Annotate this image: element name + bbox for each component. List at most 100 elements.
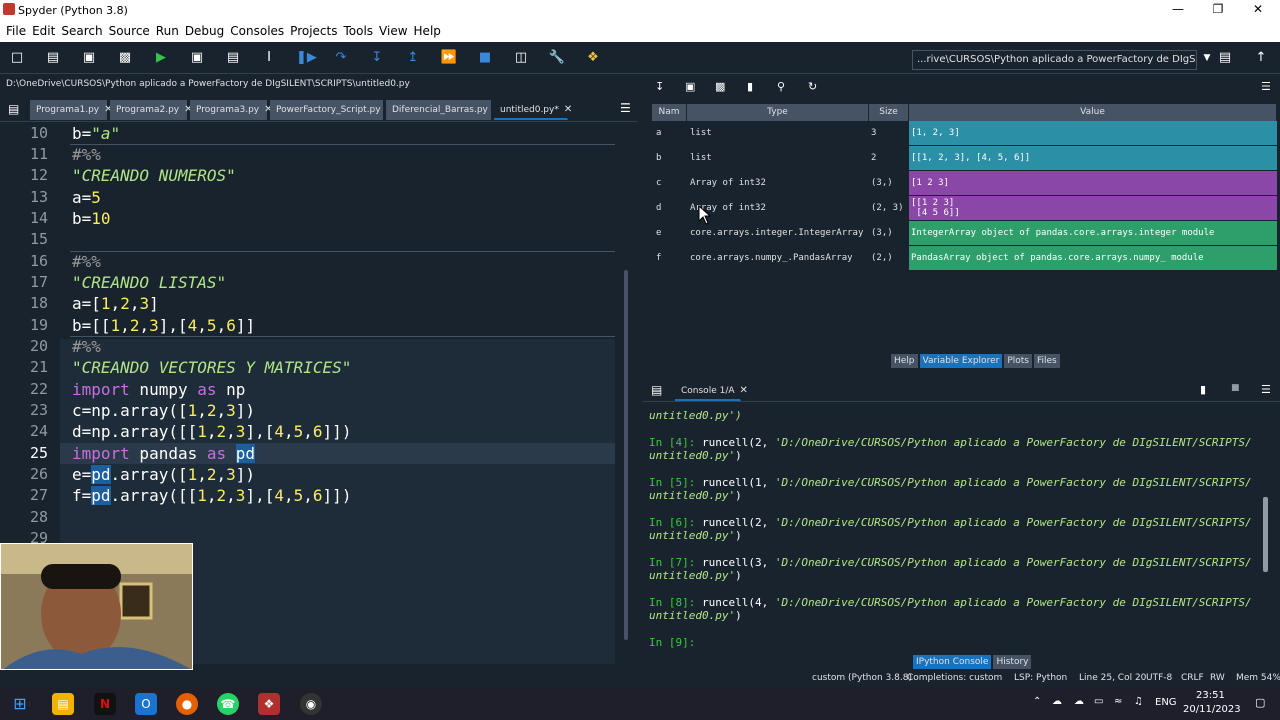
menu-source[interactable]: Source (109, 24, 150, 38)
recorder-icon[interactable]: ◉ (300, 693, 322, 715)
save-data-icon[interactable]: ▣ (685, 80, 695, 93)
editor-options-icon[interactable]: ☰ (620, 101, 631, 115)
step-into-icon[interactable]: ↧ (368, 49, 386, 67)
new-file-icon[interactable]: □ (8, 49, 26, 67)
column-header-name[interactable]: Nam (652, 104, 687, 121)
run-cell-icon[interactable]: ▣ (188, 49, 206, 67)
minimize-button[interactable]: — (1158, 0, 1198, 20)
column-header-value[interactable]: Value (909, 104, 1277, 121)
run-icon[interactable]: ▶ (152, 49, 170, 67)
parent-directory-icon[interactable]: ↑ (1252, 49, 1270, 67)
browse-folder-icon[interactable]: ▤ (1216, 49, 1234, 67)
maximize-pane-icon[interactable]: ◫ (512, 49, 530, 67)
menu-projects[interactable]: Projects (290, 24, 337, 38)
menu-run[interactable]: Run (156, 24, 179, 38)
tab-ipython-console[interactable]: IPython Console (913, 655, 992, 669)
menu-tools[interactable]: Tools (343, 24, 373, 38)
maximize-button[interactable]: ❐ (1198, 0, 1238, 20)
tab-programa1[interactable]: Programa1.py ✕ (30, 100, 113, 120)
close-button[interactable]: ✕ (1238, 0, 1278, 20)
run-selection-icon[interactable]: I (260, 49, 278, 67)
cloud-icon[interactable]: ☁ (1052, 696, 1062, 707)
tab-help[interactable]: Help (891, 354, 918, 368)
tab-untitled0[interactable]: untitled0.py* ✕ (494, 100, 572, 120)
console-scrollbar[interactable] (1263, 497, 1268, 572)
close-tab-icon[interactable]: ✕ (564, 104, 572, 115)
refresh-icon[interactable]: ↻ (808, 80, 817, 93)
step-return-icon[interactable]: ↥ (404, 49, 422, 67)
outlook-icon[interactable]: O (135, 693, 157, 715)
table-row[interactable]: e core.arrays.integer.IntegerArray (3,) … (652, 221, 1277, 245)
clear-console-icon[interactable]: ▮ (1200, 383, 1206, 396)
table-row[interactable]: c Array of int32 (3,) [1 2 3] (652, 171, 1277, 195)
tab-console-1a[interactable]: Console 1/A ✕ (675, 381, 748, 401)
browse-tabs-icon[interactable]: ▤ (8, 102, 19, 116)
close-tab-icon[interactable]: ✕ (740, 385, 748, 396)
variable-value-cell[interactable]: [[1, 2, 3], [4, 5, 6]] (909, 146, 1277, 170)
save-icon[interactable]: ▣ (80, 49, 98, 67)
netflix-icon[interactable]: N (94, 693, 116, 715)
open-file-icon[interactable]: ▤ (44, 49, 62, 67)
firefox-icon[interactable]: ● (176, 693, 198, 715)
tab-history[interactable]: History (993, 655, 1032, 669)
chevron-down-icon[interactable]: ▼ (1198, 49, 1216, 67)
clock-time[interactable]: 23:51 (1196, 690, 1225, 701)
debug-icon[interactable]: ❚▶ (296, 49, 317, 67)
table-row[interactable]: a list 3 [1, 2, 3] (652, 121, 1277, 145)
python-path-icon[interactable]: ❖ (584, 49, 602, 67)
stop-icon[interactable]: ■ (476, 49, 494, 67)
save-data-as-icon[interactable]: ▩ (715, 80, 725, 93)
tab-programa3[interactable]: Programa3.py ✕ (190, 100, 273, 120)
menu-help[interactable]: Help (414, 24, 441, 38)
menu-edit[interactable]: Edit (32, 24, 55, 38)
preferences-wrench-icon[interactable]: 🔧 (548, 49, 566, 67)
import-data-icon[interactable]: ↧ (655, 80, 664, 93)
table-row[interactable]: d Array of int32 (2, 3) [[1 2 3] [4 5 6]… (652, 196, 1277, 220)
continue-icon[interactable]: ⏩ (440, 49, 458, 67)
tab-plots[interactable]: Plots (1004, 354, 1032, 368)
battery-icon[interactable]: ▭ (1094, 696, 1103, 707)
status-environment[interactable]: custom (Python 3.8.8) (812, 673, 912, 683)
step-icon[interactable]: ↷ (332, 49, 350, 67)
working-directory-combo[interactable]: ...rive\CURSOS\Python aplicado a PowerFa… (912, 50, 1197, 70)
variable-value-cell[interactable]: [1 2 3] (909, 171, 1277, 195)
run-cell-advance-icon[interactable]: ▤ (224, 49, 242, 67)
language-indicator[interactable]: ENG (1155, 697, 1177, 708)
tab-variable-explorer[interactable]: Variable Explorer (919, 354, 1003, 368)
clock-date[interactable]: 20/11/2023 (1183, 704, 1241, 715)
variable-value-cell[interactable]: IntegerArray object of pandas.core.array… (909, 221, 1277, 245)
file-explorer-icon[interactable]: ▤ (52, 693, 74, 715)
menu-debug[interactable]: Debug (185, 24, 224, 38)
menu-consoles[interactable]: Consoles (230, 24, 284, 38)
table-row[interactable]: b list 2 [[1, 2, 3], [4, 5, 6]] (652, 146, 1277, 170)
chevron-up-icon[interactable]: ⌃ (1033, 696, 1041, 707)
column-header-size[interactable]: Size (869, 104, 909, 121)
browse-consoles-icon[interactable]: ▤ (651, 383, 662, 397)
cloud-sync-icon[interactable]: ☁ (1074, 696, 1084, 707)
interrupt-kernel-icon[interactable]: ■ (1231, 383, 1240, 393)
spyder-taskbar-icon[interactable]: ❖ (258, 693, 280, 715)
delete-variables-icon[interactable]: ▮ (747, 80, 753, 93)
tab-files[interactable]: Files (1033, 354, 1060, 368)
console-options-icon[interactable]: ☰ (1261, 383, 1271, 396)
console-input-prompt[interactable]: In [9]: (649, 636, 695, 649)
search-icon[interactable]: ⚲ (777, 80, 785, 93)
variable-value-cell[interactable]: [[1 2 3] [4 5 6]] (909, 196, 1277, 220)
variable-value-cell[interactable]: PandasArray object of pandas.core.arrays… (909, 246, 1277, 270)
options-menu-icon[interactable]: ☰ (1261, 80, 1271, 93)
volume-icon[interactable]: ♫ (1134, 696, 1143, 707)
tab-diferencial-barras[interactable]: Diferencial_Barras.py✕ (386, 100, 501, 120)
editor-scrollbar[interactable] (624, 270, 628, 640)
notifications-icon[interactable]: ▢ (1255, 696, 1265, 709)
variable-value-cell[interactable]: [1, 2, 3] (909, 121, 1277, 145)
tab-programa2[interactable]: Programa2.py ✕ (110, 100, 193, 120)
wifi-icon[interactable]: ≈ (1114, 696, 1122, 707)
table-row[interactable]: f core.arrays.numpy_.PandasArray (2,) Pa… (652, 246, 1277, 270)
menu-file[interactable]: File (6, 24, 26, 38)
save-all-icon[interactable]: ▩ (116, 49, 134, 67)
whatsapp-icon[interactable]: ☎ (217, 693, 239, 715)
menu-search[interactable]: Search (61, 24, 102, 38)
menu-view[interactable]: View (379, 24, 407, 38)
column-header-type[interactable]: Type (687, 104, 869, 121)
ipython-console[interactable]: untitled0.py') In [4]: runcell(2, 'D:/On… (643, 402, 1268, 654)
